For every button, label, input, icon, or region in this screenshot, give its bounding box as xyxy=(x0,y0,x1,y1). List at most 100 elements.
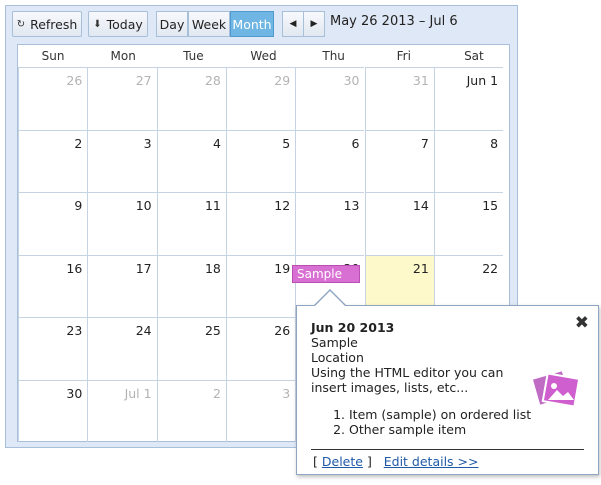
list-item: Item (sample) on ordered list xyxy=(349,407,531,422)
day-number: 25 xyxy=(204,323,221,338)
day-cell[interactable]: Jun 1 xyxy=(433,67,504,130)
day-cell[interactable]: 30 xyxy=(18,379,88,442)
day-cell[interactable]: 14 xyxy=(364,192,434,255)
day-cell[interactable]: 15 xyxy=(433,192,504,255)
weekday-thu: Thu xyxy=(322,49,345,63)
popup-actions: [ Delete ] Edit details >> xyxy=(313,454,479,469)
event-popup: Jun 20 2013 ✖ Sample Location Using the … xyxy=(296,305,599,475)
day-number: 21 xyxy=(412,260,429,276)
day-number: 22 xyxy=(482,260,499,276)
weekday-header: Sun Mon Tue Wed Thu Fri Sat xyxy=(18,45,509,67)
day-number: 4 xyxy=(212,135,221,151)
day-cell[interactable]: 11 xyxy=(156,192,226,255)
day-number: 29 xyxy=(274,73,291,88)
day-cell[interactable]: 5 xyxy=(225,129,296,192)
refresh-button[interactable]: ↻ Refresh xyxy=(12,11,82,37)
popup-arrow-inner xyxy=(315,291,345,306)
day-number: Jul 1 xyxy=(124,385,152,401)
day-cell[interactable]: 27 xyxy=(87,67,157,130)
day-number: Jun 1 xyxy=(466,73,499,88)
day-number: 14 xyxy=(412,198,429,213)
close-icon[interactable]: ✖ xyxy=(575,313,589,333)
day-number: 15 xyxy=(482,198,499,213)
day-number: 31 xyxy=(412,73,429,88)
day-cell[interactable]: 2 xyxy=(156,379,226,442)
date-range-label: May 26 2013 – Jul 6 xyxy=(330,14,458,29)
day-number: 12 xyxy=(274,198,291,213)
day-cell[interactable]: 17 xyxy=(87,254,157,317)
day-number: 2 xyxy=(212,385,221,401)
day-number: 10 xyxy=(135,198,152,213)
day-cell[interactable]: 19 xyxy=(225,254,296,317)
day-number: 26 xyxy=(66,73,83,88)
list-item: Other sample item xyxy=(349,422,531,437)
weekday-mon: Mon xyxy=(110,49,136,63)
next-button[interactable]: ▶ xyxy=(303,11,325,37)
popup-divider xyxy=(311,449,584,450)
day-number: 30 xyxy=(343,73,360,88)
day-number: 30 xyxy=(66,385,83,401)
popup-event-title: Sample xyxy=(311,335,358,350)
day-cell[interactable]: 3 xyxy=(87,129,157,192)
day-number: 19 xyxy=(274,260,291,276)
day-cell[interactable]: 26 xyxy=(18,67,88,130)
today-button[interactable]: ⬇ Today xyxy=(88,11,148,37)
event-sample[interactable]: Sample xyxy=(292,265,360,283)
popup-location: Location xyxy=(311,350,364,365)
delete-link[interactable]: Delete xyxy=(322,454,363,469)
day-cell[interactable]: 6 xyxy=(295,129,365,192)
delete-bracket-close: ] xyxy=(366,454,372,469)
day-cell[interactable]: 30 xyxy=(295,67,365,130)
popup-date: Jun 20 2013 xyxy=(311,320,395,335)
refresh-icon: ↻ xyxy=(16,18,26,30)
view-month-button[interactable]: Month xyxy=(230,11,274,37)
view-week-button[interactable]: Week xyxy=(188,11,230,37)
weekday-tue: Tue xyxy=(183,49,204,63)
day-cell[interactable]: 16 xyxy=(18,254,88,317)
chevron-right-icon: ▶ xyxy=(310,19,318,29)
weekday-sun: Sun xyxy=(41,49,65,63)
weekday-wed: Wed xyxy=(250,49,277,63)
chevron-left-icon: ◀ xyxy=(289,19,297,29)
day-cell[interactable]: 23 xyxy=(18,317,88,380)
day-number: 26 xyxy=(274,323,291,338)
day-cell[interactable]: 13 xyxy=(295,192,365,255)
day-cell[interactable]: 8 xyxy=(433,129,504,192)
day-cell[interactable]: 2 xyxy=(18,129,88,192)
photo-icon xyxy=(532,371,580,408)
day-cell[interactable]: 7 xyxy=(364,129,434,192)
day-number: 24 xyxy=(135,323,152,338)
day-number: 3 xyxy=(143,135,152,151)
day-cell[interactable]: 18 xyxy=(156,254,226,317)
day-number: 7 xyxy=(420,135,429,151)
day-number: 11 xyxy=(204,198,221,213)
day-number: 18 xyxy=(204,260,221,276)
day-cell[interactable]: 12 xyxy=(225,192,296,255)
day-cell[interactable]: 29 xyxy=(225,67,296,130)
day-cell[interactable]: 25 xyxy=(156,317,226,380)
today-label: Today xyxy=(106,16,143,32)
popup-description: Using the HTML editor you can insert ima… xyxy=(311,365,504,395)
day-cell[interactable]: 10 xyxy=(87,192,157,255)
day-number: 6 xyxy=(351,135,360,151)
day-cell[interactable]: 4 xyxy=(156,129,226,192)
day-cell[interactable]: Jul 1 xyxy=(87,379,157,442)
weekday-fri: Fri xyxy=(396,49,411,63)
day-cell[interactable]: 3 xyxy=(225,379,296,442)
prev-button[interactable]: ◀ xyxy=(282,11,304,37)
popup-ordered-list: Item (sample) on ordered list Other samp… xyxy=(311,407,531,437)
day-cell[interactable]: 24 xyxy=(87,317,157,380)
day-cell[interactable]: 9 xyxy=(18,192,88,255)
refresh-label: Refresh xyxy=(30,16,78,32)
day-number: 2 xyxy=(74,135,83,151)
day-number: 5 xyxy=(282,135,291,151)
day-number: 23 xyxy=(66,323,83,338)
view-day-button[interactable]: Day xyxy=(156,11,188,37)
day-cell[interactable]: 28 xyxy=(156,67,226,130)
day-number: 27 xyxy=(135,73,152,88)
day-cell[interactable]: 26 xyxy=(225,317,296,380)
day-number: 3 xyxy=(282,385,291,401)
edit-details-link[interactable]: Edit details >> xyxy=(384,454,479,469)
day-number: 16 xyxy=(66,260,83,276)
day-cell[interactable]: 31 xyxy=(364,67,434,130)
